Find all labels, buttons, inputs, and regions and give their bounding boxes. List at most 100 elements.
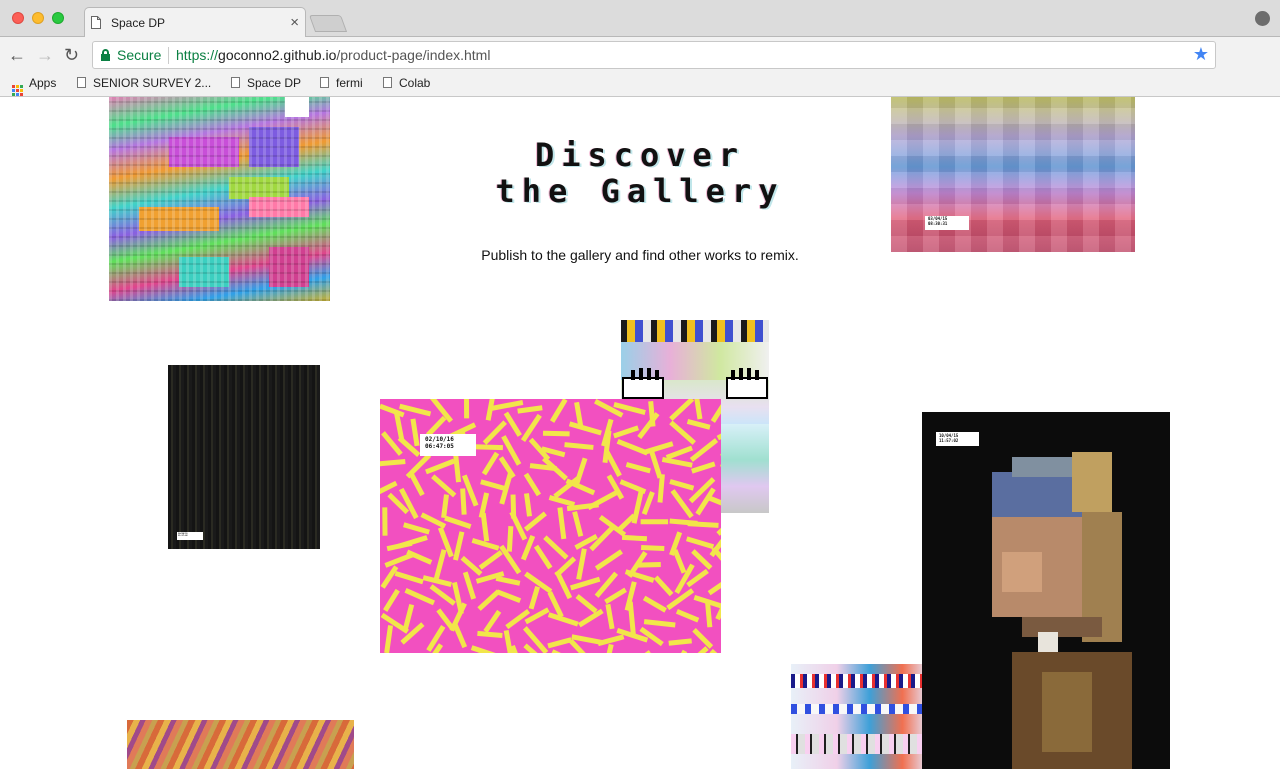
gallery-artwork-dark-lines[interactable]: 10/04/15 11:57:02 xyxy=(168,365,320,549)
bookmark-colab[interactable]: Colab xyxy=(383,76,430,90)
window-close-button[interactable] xyxy=(12,12,24,24)
bookmark-space-dp[interactable]: Space DP xyxy=(231,76,301,90)
sprinkle xyxy=(478,550,503,570)
sprinkle xyxy=(709,648,718,653)
close-icon[interactable]: × xyxy=(290,14,299,31)
sprinkle xyxy=(565,478,596,496)
window-minimize-button[interactable] xyxy=(32,12,44,24)
sprinkle xyxy=(420,512,447,529)
document-icon xyxy=(77,77,86,88)
sprinkle xyxy=(380,458,406,467)
sprinkle xyxy=(619,479,647,495)
gallery-page: 03/04/15 08:30:31 Discover the Gallery P… xyxy=(0,97,1280,769)
sprinkle xyxy=(380,565,399,589)
sprinkle xyxy=(410,418,420,447)
sprinkle xyxy=(460,488,467,515)
sprinkle xyxy=(506,526,514,552)
bookmark-senior-survey[interactable]: SENIOR SURVEY 2... xyxy=(77,76,211,90)
gallery-artwork-glitch[interactable] xyxy=(109,97,330,301)
sprinkle xyxy=(523,493,533,517)
sprinkle xyxy=(431,474,457,498)
sprinkle xyxy=(569,576,601,591)
browser-chrome: Space DP × ← → ↻ Secure https://goconno2… xyxy=(0,0,1280,97)
sprinkle xyxy=(384,625,394,653)
new-tab-button[interactable] xyxy=(308,15,348,32)
gallery-artwork-warm-pixels[interactable] xyxy=(127,720,354,769)
sprinkle xyxy=(568,421,602,436)
bookmark-label: Space DP xyxy=(247,76,302,90)
sprinkle xyxy=(604,450,622,477)
sprinkle xyxy=(668,638,692,646)
url-host: goconno2.github.io xyxy=(218,47,337,63)
bookmark-fermi[interactable]: fermi xyxy=(320,76,363,90)
sprinkle xyxy=(616,438,649,456)
bookmark-apps[interactable]: Apps xyxy=(12,76,56,96)
page-heading: Discover the Gallery xyxy=(440,137,840,209)
sprinkle xyxy=(452,581,464,615)
toolbar: ← → ↻ Secure https://goconno2.github.io/… xyxy=(0,37,1280,97)
sprinkle xyxy=(547,612,579,627)
sprinkle xyxy=(549,399,568,423)
sprinkle xyxy=(649,450,663,479)
profile-icon[interactable] xyxy=(1255,11,1270,26)
artwork-stamp: 03/04/15 08:30:31 xyxy=(925,216,969,230)
sprinkle xyxy=(380,480,398,495)
tab-space-dp[interactable]: Space DP × xyxy=(84,7,306,38)
gallery-artwork-pearl-earring[interactable]: 10/04/15 11:57:02 xyxy=(922,412,1170,769)
window-zoom-button[interactable] xyxy=(52,12,64,24)
sprinkle xyxy=(587,490,619,511)
sprinkle xyxy=(543,535,569,560)
sprinkle xyxy=(606,643,614,653)
sprinkle xyxy=(501,435,522,466)
sprinkle xyxy=(685,536,715,550)
sprinkle xyxy=(547,591,564,618)
sprinkle xyxy=(433,549,447,581)
sprinkle xyxy=(691,461,716,474)
back-icon[interactable]: ← xyxy=(8,45,26,65)
sprinkle xyxy=(383,588,400,612)
sprinkle xyxy=(387,492,410,515)
sprinkle xyxy=(613,425,639,439)
sprinkle xyxy=(422,575,452,588)
sprinkle xyxy=(520,535,536,561)
sprinkle xyxy=(524,607,550,625)
sprinkle xyxy=(520,413,542,442)
sprinkle xyxy=(477,630,503,639)
sprinkle xyxy=(381,431,403,456)
address-bar[interactable]: Secure https://goconno2.github.io/produc… xyxy=(92,41,1216,69)
sprinkle xyxy=(453,531,465,561)
gallery-artwork-glitch-strip[interactable] xyxy=(791,664,922,769)
sprinkle xyxy=(480,479,506,491)
artwork-stamp xyxy=(285,97,309,117)
sprinkle xyxy=(404,588,435,606)
sprinkle xyxy=(394,570,424,585)
sprinkle xyxy=(669,399,695,421)
sprinkle xyxy=(669,420,696,445)
sprinkle xyxy=(496,589,522,604)
stamp-time: 06:47:05 xyxy=(425,442,454,450)
forward-icon[interactable]: → xyxy=(36,45,54,65)
stamp-time: 11:57:02 xyxy=(178,535,188,538)
sprinkle xyxy=(691,549,713,570)
document-icon xyxy=(320,77,329,88)
sprinkle xyxy=(528,585,541,610)
sprinkle xyxy=(666,588,695,611)
url-text[interactable]: https://goconno2.github.io/product-page/… xyxy=(176,47,490,63)
sprinkle xyxy=(704,601,713,628)
star-icon[interactable]: ★ xyxy=(1193,44,1209,65)
sprinkle xyxy=(686,568,709,588)
sprinkle xyxy=(509,510,528,541)
sprinkle xyxy=(643,619,676,628)
sprinkle xyxy=(642,595,667,613)
sprinkle xyxy=(571,634,604,646)
sprinkle xyxy=(430,399,454,423)
sprinkle xyxy=(483,609,502,633)
gallery-artwork-memphis[interactable]: 02/10/16 06:47:05 xyxy=(380,399,721,653)
tab-strip: Space DP × xyxy=(0,0,1280,38)
sprinkle xyxy=(665,445,693,460)
sprinkle xyxy=(408,471,425,497)
sprinkle xyxy=(625,462,651,474)
sprinkle xyxy=(461,474,479,507)
reload-icon[interactable]: ↻ xyxy=(64,45,79,65)
gallery-artwork-pixel-sky[interactable]: 03/04/15 08:30:31 xyxy=(891,97,1135,252)
